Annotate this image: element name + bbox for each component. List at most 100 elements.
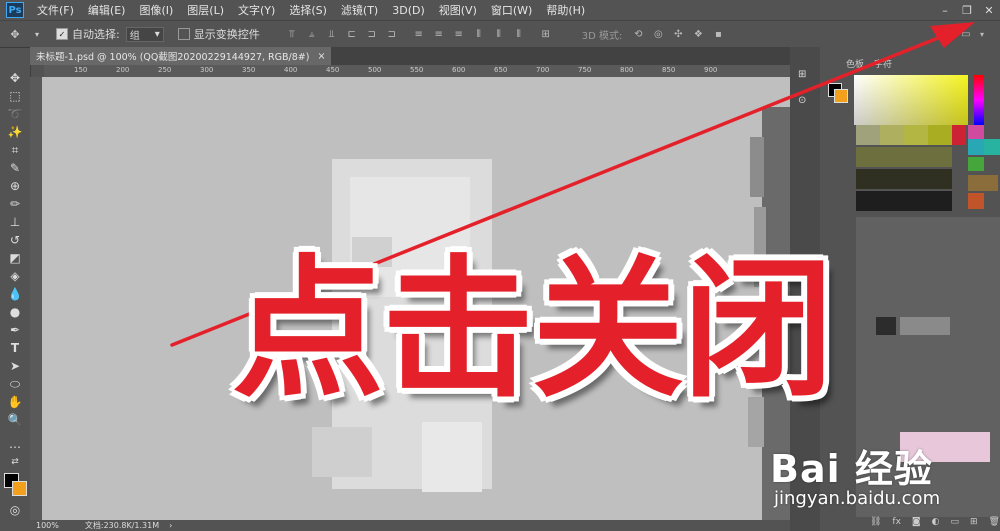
align-hcenter-icon[interactable]: ⊐ xyxy=(365,27,379,41)
restore-button[interactable]: ❐ xyxy=(956,0,978,20)
3d-mode-label: 3D 模式: xyxy=(581,30,623,42)
chevron-down-icon[interactable]: ▾ xyxy=(975,27,989,41)
blur-tool-icon[interactable]: 💧 xyxy=(4,285,26,303)
close-button[interactable]: ✕ xyxy=(978,0,1000,20)
menu-help[interactable]: 帮助(H) xyxy=(539,2,592,18)
3d-rotate-icon[interactable]: ⟲ xyxy=(631,27,645,41)
auto-select-checkbox[interactable]: ✓ xyxy=(56,28,68,40)
swatch[interactable] xyxy=(968,125,984,139)
distribute-vcenter-icon[interactable]: ≡ xyxy=(432,27,446,41)
swatch[interactable] xyxy=(984,139,1000,155)
show-transform-checkbox[interactable] xyxy=(177,28,190,40)
menu-image[interactable]: 图像(I) xyxy=(132,2,180,18)
swatch-grid xyxy=(856,125,1000,215)
quick-mask-icon[interactable]: ◎ xyxy=(4,501,26,519)
menu-layer[interactable]: 图层(L) xyxy=(180,2,231,18)
distribute-bottom-icon[interactable]: ≡ xyxy=(452,27,466,41)
swatch[interactable] xyxy=(968,193,984,209)
tools-panel: ✥ ⬚ ➰ ✨ ⌗ ✎ ⊕ ✏ ⊥ ↺ ◩ ◈ 💧 ● ✒ T ➤ ⬭ ✋ 🔍 … xyxy=(0,65,31,531)
3d-roll-icon[interactable]: ◎ xyxy=(651,27,665,41)
tab-swatches[interactable]: 色板 xyxy=(846,57,864,73)
align-bottom-icon[interactable]: ⫫ xyxy=(325,27,339,41)
crop-tool-icon[interactable]: ⌗ xyxy=(4,141,26,159)
menu-3d[interactable]: 3D(D) xyxy=(385,4,432,17)
swatch[interactable] xyxy=(968,139,984,155)
auto-select-label: 自动选择: xyxy=(72,28,120,41)
eyedropper-tool-icon[interactable]: ✎ xyxy=(4,159,26,177)
color-picker-field[interactable] xyxy=(854,75,968,125)
shape-tool-icon[interactable]: ⬭ xyxy=(4,375,26,393)
workspace-icon[interactable]: ▭ xyxy=(959,27,973,41)
photoshop-logo: Ps xyxy=(6,2,24,18)
hue-slider[interactable] xyxy=(974,75,984,125)
history-icon[interactable]: ⊞ xyxy=(798,69,812,83)
image-pixelated-block xyxy=(422,422,482,492)
zoom-tool-icon[interactable]: 🔍 xyxy=(4,411,26,429)
move-tool-icon[interactable]: ✥ xyxy=(6,25,24,43)
chevron-down-icon[interactable]: ▾ xyxy=(28,25,46,43)
3d-scale-icon[interactable]: ▪ xyxy=(711,27,725,41)
paint-bucket-icon[interactable]: ◈ xyxy=(4,267,26,285)
properties-icon[interactable]: ⊙ xyxy=(798,95,812,109)
align-vcenter-icon[interactable]: ⫨ xyxy=(305,27,319,41)
swatch[interactable] xyxy=(952,125,966,145)
swatch[interactable] xyxy=(968,175,998,191)
align-right-icon[interactable]: ⊐ xyxy=(385,27,399,41)
move-tool-icon[interactable]: ✥ xyxy=(4,69,26,87)
swatch[interactable] xyxy=(928,125,952,145)
panel-background-swatch[interactable] xyxy=(834,89,848,103)
history-brush-icon[interactable]: ↺ xyxy=(4,231,26,249)
marquee-tool-icon[interactable]: ⬚ xyxy=(4,87,26,105)
tab-character[interactable]: 字符 xyxy=(874,57,892,73)
align-top-icon[interactable]: ⫪ xyxy=(285,27,299,41)
swatch[interactable] xyxy=(904,125,928,145)
chevron-right-icon[interactable]: › xyxy=(169,521,172,530)
healing-tool-icon[interactable]: ⊕ xyxy=(4,177,26,195)
dodge-tool-icon[interactable]: ● xyxy=(4,303,26,321)
document-info[interactable]: 文档:230.8K/1.31M xyxy=(85,520,159,531)
auto-align-icon[interactable]: ⊞ xyxy=(539,27,553,41)
menu-file[interactable]: 文件(F) xyxy=(30,2,81,18)
swatch[interactable] xyxy=(856,125,880,145)
ruler-tick: 250 xyxy=(158,66,172,74)
path-select-icon[interactable]: ➤ xyxy=(4,357,26,375)
menu-filter[interactable]: 滤镜(T) xyxy=(334,2,385,18)
swatch[interactable] xyxy=(856,147,952,167)
close-icon[interactable]: × xyxy=(317,51,325,62)
swatch[interactable] xyxy=(856,191,952,211)
pen-tool-icon[interactable]: ✒ xyxy=(4,321,26,339)
auto-select-dropdown[interactable]: 组 ▾ xyxy=(125,26,164,42)
menu-type[interactable]: 文字(Y) xyxy=(231,2,282,18)
swatch[interactable] xyxy=(856,169,952,189)
background-color-swatch[interactable] xyxy=(12,481,27,496)
swatch[interactable] xyxy=(968,157,984,171)
ruler-tick: 400 xyxy=(284,66,298,74)
menu-window[interactable]: 窗口(W) xyxy=(484,2,539,18)
ruler-tick: 850 xyxy=(662,66,676,74)
more-tools-icon[interactable]: … xyxy=(4,435,26,453)
type-tool-icon[interactable]: T xyxy=(4,339,26,357)
ruler-tick: 200 xyxy=(116,66,130,74)
3d-pan-icon[interactable]: ✣ xyxy=(671,27,685,41)
distribute-top-icon[interactable]: ≡ xyxy=(412,27,426,41)
stamp-tool-icon[interactable]: ⊥ xyxy=(4,213,26,231)
lasso-tool-icon[interactable]: ➰ xyxy=(4,105,26,123)
minimize-button[interactable]: – xyxy=(934,0,956,20)
zoom-level[interactable]: 100% xyxy=(36,521,59,530)
document-tab[interactable]: 未标题-1.psd @ 100% (QQ截图20200229144927, RG… xyxy=(30,47,332,65)
menu-view[interactable]: 视图(V) xyxy=(432,2,484,18)
menu-select[interactable]: 选择(S) xyxy=(282,2,334,18)
eraser-tool-icon[interactable]: ◩ xyxy=(4,249,26,267)
3d-slide-icon[interactable]: ❖ xyxy=(691,27,705,41)
ruler-tick: 800 xyxy=(620,66,634,74)
magic-wand-icon[interactable]: ✨ xyxy=(4,123,26,141)
menu-edit[interactable]: 编辑(E) xyxy=(81,2,133,18)
hand-tool-icon[interactable]: ✋ xyxy=(4,393,26,411)
align-left-icon[interactable]: ⊏ xyxy=(345,27,359,41)
distribute-hcenter-icon[interactable]: ⦀ xyxy=(492,27,506,41)
swatch[interactable] xyxy=(880,125,904,145)
brush-tool-icon[interactable]: ✏ xyxy=(4,195,26,213)
swap-colors-icon[interactable]: ⇄ xyxy=(4,453,26,471)
distribute-right-icon[interactable]: ⦀ xyxy=(512,27,526,41)
distribute-left-icon[interactable]: ⦀ xyxy=(472,27,486,41)
